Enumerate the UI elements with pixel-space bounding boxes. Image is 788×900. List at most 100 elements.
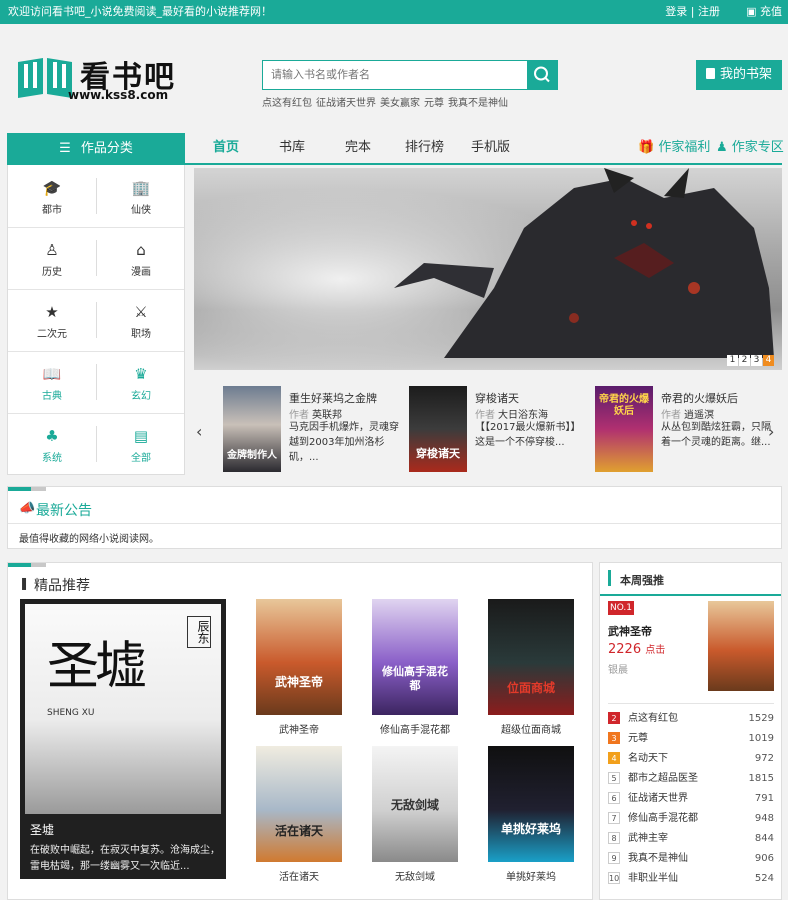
- book-cover[interactable]: 活在诸天: [256, 746, 342, 862]
- search-input[interactable]: [262, 60, 528, 90]
- nav-home[interactable]: 首页: [213, 133, 239, 163]
- hot-search-link[interactable]: 征战诸天世界: [316, 98, 376, 109]
- big-book-title[interactable]: 圣墟: [30, 821, 54, 838]
- nav-library[interactable]: 书库: [279, 133, 305, 163]
- nav-completed[interactable]: 完本: [345, 133, 371, 163]
- rank-book[interactable]: 武神主宰: [628, 833, 668, 844]
- search-button[interactable]: [527, 60, 558, 90]
- category-title: 作品分类: [80, 141, 133, 156]
- top-book-title[interactable]: 武神圣帝: [608, 623, 652, 639]
- rank-row[interactable]: 10 非职业半仙 524: [608, 869, 776, 889]
- category-comics[interactable]: ⌂ 漫画: [97, 227, 185, 289]
- book-name[interactable]: 修仙高手混花都: [372, 721, 458, 736]
- rank-book[interactable]: 都市之超品医圣: [628, 773, 698, 784]
- gift-icon: 🎁: [638, 140, 655, 155]
- crossed-swords-icon: ⚔: [134, 303, 148, 321]
- rank-row[interactable]: 9 我真不是神仙 906: [608, 849, 776, 869]
- book-name[interactable]: 武神圣帝: [256, 721, 342, 736]
- nav-ranking[interactable]: 排行榜: [405, 133, 444, 163]
- hero-banner[interactable]: 1234: [194, 168, 782, 370]
- author-zone-link[interactable]: ♟ 作家专区: [716, 133, 784, 163]
- pager-dot[interactable]: 2: [739, 355, 750, 366]
- hot-search-link[interactable]: 美女赢家: [380, 98, 420, 109]
- book-cover[interactable]: 位面商城: [488, 599, 574, 715]
- category-all[interactable]: ▤ 全部: [97, 413, 185, 475]
- book-name[interactable]: 单挑好莱坞: [488, 868, 574, 883]
- book-card[interactable]: 武神圣帝 武神圣帝: [256, 599, 342, 736]
- rank-row[interactable]: 2 点这有红包 1529: [608, 709, 776, 729]
- category-xianxia[interactable]: 🏢 仙侠: [97, 165, 185, 227]
- book-name[interactable]: 活在诸天: [256, 868, 342, 883]
- book-cover[interactable]: 帝君的火爆妖后: [595, 386, 653, 472]
- rank-row[interactable]: 4 名动天下 972: [608, 749, 776, 769]
- top-book-clicks: 2226 点击: [608, 641, 665, 657]
- rank-book[interactable]: 我真不是神仙: [628, 853, 688, 864]
- book-card[interactable]: 单挑好莱坞 单挑好莱坞: [488, 746, 574, 883]
- book-card[interactable]: 活在诸天 活在诸天: [256, 746, 342, 883]
- rank-book[interactable]: 修仙高手混花都: [628, 813, 698, 824]
- featured-book[interactable]: 金牌制作人 重生好莱坞之金牌 作者 英联邦 马克因手机爆炸，灵魂穿越到2003年加…: [223, 386, 403, 478]
- category-header[interactable]: ☰ 作品分类: [7, 133, 185, 165]
- title-accent: [608, 570, 611, 586]
- prev-arrow-icon[interactable]: ‹: [196, 422, 202, 441]
- big-recommend-card[interactable]: 圣墟 SHENG XU 辰东 圣墟 在破败中崛起，在寂灭中复苏。沧海成尘，雷电枯…: [20, 599, 226, 879]
- rank-book[interactable]: 非职业半仙: [628, 873, 678, 884]
- rank-book[interactable]: 征战诸天世界: [628, 793, 688, 804]
- category-history[interactable]: ♙ 历史: [8, 227, 96, 289]
- pager-dot-active[interactable]: 4: [763, 355, 774, 366]
- pager-dot[interactable]: 3: [751, 355, 762, 366]
- book-card[interactable]: 无敌剑域 无敌剑域: [372, 746, 458, 883]
- category-classical[interactable]: 📖 古典: [8, 351, 96, 413]
- rank-book[interactable]: 点这有红包: [628, 713, 678, 724]
- featured-book[interactable]: 帝君的火爆妖后 帝君的火爆妖后 作者 逍遥溟 从丛包到酷炫狂霸，只隔着一个灵魂的距…: [595, 386, 775, 478]
- top-book-cover[interactable]: [708, 601, 774, 691]
- book-name[interactable]: 超级位面商城: [488, 721, 574, 736]
- recharge-link[interactable]: ▣ 充值: [746, 0, 782, 24]
- rank-number: 3: [608, 732, 620, 744]
- category-urban[interactable]: 🎓 都市: [8, 165, 96, 227]
- book-cover[interactable]: 单挑好莱坞: [488, 746, 574, 862]
- category-system[interactable]: ♣ 系统: [8, 413, 96, 475]
- weekly-picks-panel: 本周强推 NO.1 武神圣帝 2226 点击 银晨 2 点这有红包 1529 3 元尊…: [599, 562, 782, 900]
- my-bookshelf-button[interactable]: 我的书架: [696, 60, 782, 90]
- author-welfare-link[interactable]: 🎁 作家福利: [638, 133, 710, 163]
- hot-search-link[interactable]: 点这有红包: [262, 98, 312, 109]
- book-logo-icon[interactable]: [16, 56, 74, 100]
- featured-title[interactable]: 帝君的火爆妖后: [661, 390, 738, 406]
- book-cover[interactable]: 金牌制作人: [223, 386, 281, 472]
- featured-book[interactable]: 穿梭诸天 穿梭诸天 作者 大日浴东海 【【2017最火爆新书】】这是一个不停穿梭.…: [409, 386, 589, 478]
- category-anime[interactable]: ★ 二次元: [8, 289, 96, 351]
- category-workplace[interactable]: ⚔ 职场: [97, 289, 185, 351]
- notice-title[interactable]: 最新公告: [36, 500, 92, 520]
- rank-book[interactable]: 名动天下: [628, 753, 668, 764]
- rank-book[interactable]: 元尊: [628, 733, 648, 744]
- login-link[interactable]: 登录: [665, 5, 687, 18]
- featured-title[interactable]: 穿梭诸天: [475, 390, 519, 406]
- hot-search-link[interactable]: 元尊: [424, 98, 444, 109]
- hot-search-link[interactable]: 我真不是神仙: [448, 98, 508, 109]
- category-label: 漫画: [131, 267, 151, 278]
- big-cover-subtitle: SHENG XU: [47, 708, 95, 718]
- pager-dot[interactable]: 1: [727, 355, 738, 366]
- book-cover[interactable]: 穿梭诸天: [409, 386, 467, 472]
- book-cover[interactable]: 武神圣帝: [256, 599, 342, 715]
- bookmark-icon: ❚: [19, 576, 30, 590]
- notice-text[interactable]: 最值得收藏的网络小说阅读网。: [19, 530, 159, 545]
- rank-row[interactable]: 8 武神主宰 844: [608, 829, 776, 849]
- rank-row[interactable]: 5 都市之超品医圣 1815: [608, 769, 776, 789]
- book-name[interactable]: 无敌剑域: [372, 868, 458, 883]
- book-cover[interactable]: 修仙高手混花都: [372, 599, 458, 715]
- book-card[interactable]: 位面商城 超级位面商城: [488, 599, 574, 736]
- big-cover-title: 圣墟: [47, 637, 147, 697]
- featured-title[interactable]: 重生好莱坞之金牌: [289, 390, 377, 406]
- building-icon: 🏢: [131, 179, 151, 197]
- category-fantasy[interactable]: ♛ 玄幻: [97, 351, 185, 413]
- rank-row[interactable]: 3 元尊 1019: [608, 729, 776, 749]
- rank-count: 791: [754, 793, 774, 804]
- nav-mobile[interactable]: 手机版: [471, 133, 510, 163]
- book-card[interactable]: 修仙高手混花都 修仙高手混花都: [372, 599, 458, 736]
- rank-row[interactable]: 6 征战诸天世界 791: [608, 789, 776, 809]
- register-link[interactable]: 注册: [698, 5, 720, 18]
- book-cover[interactable]: 无敌剑域: [372, 746, 458, 862]
- rank-row[interactable]: 7 修仙高手混花都 948: [608, 809, 776, 829]
